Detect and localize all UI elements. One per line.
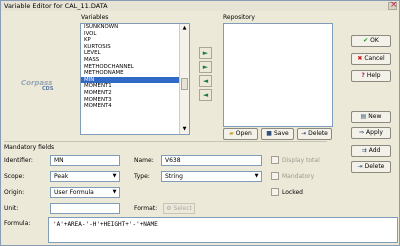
check-icon: ✔ (363, 37, 369, 44)
variables-items: ISUNKNOWN IVOL KP KURTOSIS LEVEL MASS METHODCH… (81, 24, 181, 110)
origin-value: User Formula (54, 189, 94, 196)
new-icon: ▤ (360, 113, 367, 120)
mandatory-checkbox[interactable] (271, 172, 279, 180)
section-divider (4, 141, 327, 142)
variables-scrollbar[interactable]: ▲ ▼ (179, 24, 189, 134)
add-icon: ⇉ (361, 147, 367, 154)
variable-list-item[interactable]: LEVEL (81, 50, 181, 57)
cancel-button[interactable]: ✖ Cancel (351, 53, 391, 65)
add-button-label: Add (368, 147, 381, 154)
variable-list-item[interactable]: METHODNAME (81, 70, 181, 77)
title-bar: Variable Editor for CAL_11.DATA (1, 0, 399, 11)
ok-button[interactable]: ✔ OK (351, 35, 391, 47)
move-all-to-variables-button[interactable]: ◄ (199, 89, 212, 101)
repository-delete-button[interactable]: ⇥ Delete (297, 128, 332, 140)
move-to-variables-button[interactable]: ◄ (199, 75, 212, 87)
locked-label: Locked (282, 189, 303, 196)
repository-list[interactable] (223, 23, 333, 127)
variable-list-item[interactable]: KURTOSIS (81, 44, 181, 51)
save-button[interactable]: ■ Save (261, 128, 294, 140)
variable-list-item[interactable]: MOMENT4 (81, 103, 181, 110)
locked-checkbox[interactable] (271, 188, 279, 196)
variable-list-item[interactable]: MIN (81, 76, 181, 84)
scroll-thumb[interactable] (181, 78, 188, 90)
format-label: Format: (134, 205, 158, 212)
type-value: String (165, 173, 183, 180)
repository-delete-label: Delete (308, 130, 328, 137)
variable-list-item[interactable]: METHODCHANNEL (81, 64, 181, 71)
move-to-repository-button[interactable]: ► (199, 47, 212, 59)
help-button[interactable]: ? Help (351, 70, 391, 82)
add-button[interactable]: ⇉ Add (351, 145, 391, 157)
variable-list-item[interactable]: ISUNKNOWN (81, 24, 181, 31)
origin-label: Origin: (4, 189, 25, 196)
apply-button-label: Apply (366, 129, 383, 136)
repository-label: Repository (223, 14, 255, 21)
origin-select[interactable]: User Formula ▼ (50, 187, 120, 198)
display-total-checkbox[interactable] (271, 156, 279, 164)
variable-list-item[interactable]: MOMENT1 (81, 83, 181, 90)
mandatory-fields-label: Mandatory fields (4, 144, 55, 151)
open-button-label: Open (235, 130, 252, 137)
variable-list-item[interactable]: MASS (81, 57, 181, 64)
x-icon: ✖ (357, 55, 363, 62)
save-button-label: Save (273, 130, 289, 137)
scroll-down-icon[interactable]: ▼ (180, 125, 189, 134)
select-button-label: Select (173, 205, 192, 212)
type-select[interactable]: String ▼ (161, 171, 262, 182)
identifier-field[interactable]: MN (50, 155, 120, 166)
formula-field[interactable]: 'A'+AREA-'-H'+HEIGHT+'-'+NAME (48, 217, 398, 243)
variable-editor-window: Variable Editor for CAL_11.DATA Corpass … (0, 0, 400, 246)
chevron-down-icon[interactable]: ▼ (110, 172, 119, 181)
variable-list-item[interactable]: MOMENT2 (81, 90, 181, 97)
new-button-label: New (368, 113, 382, 120)
scope-label: Scope: (4, 173, 25, 180)
apply-icon: ⇒ (359, 129, 365, 136)
mandatory-label: Mandatory (282, 173, 315, 180)
type-label: Type: (134, 173, 150, 180)
variables-list[interactable]: ISUNKNOWN IVOL KP KURTOSIS LEVEL MASS METHODCH… (80, 23, 190, 135)
cancel-button-label: Cancel (364, 55, 385, 62)
name-label: Name: (134, 157, 154, 164)
scope-select[interactable]: Peak ▼ (50, 171, 120, 182)
chevron-down-icon[interactable]: ▼ (110, 188, 119, 197)
unit-label: Unit: (4, 205, 19, 212)
chevron-down-icon[interactable]: ▼ (252, 172, 261, 181)
identifier-label: Identifier: (4, 157, 33, 164)
move-all-to-repository-button[interactable]: ► (199, 61, 212, 73)
corpass-logo: Corpass CDS (21, 79, 69, 95)
help-button-label: Help (366, 72, 381, 79)
variable-list-item[interactable]: MOMENT3 (81, 97, 181, 104)
close-button[interactable] (388, 0, 398, 10)
delete-button[interactable]: ⇥ Delete (351, 161, 391, 173)
question-icon: ? (361, 72, 365, 79)
new-button[interactable]: ▤ New (351, 111, 391, 123)
delete-icon: ⇥ (357, 163, 363, 170)
disk-icon: ■ (266, 130, 272, 137)
variables-label: Variables (81, 14, 109, 21)
folder-icon: ▰ (229, 130, 234, 137)
display-total-label: Display total (282, 157, 320, 164)
open-button[interactable]: ▰ Open (223, 128, 258, 140)
delete-icon: ⇥ (301, 130, 307, 137)
scope-value: Peak (54, 173, 69, 180)
formula-label: Formula: (4, 220, 31, 227)
select-format-button[interactable]: ⚙ Select (163, 203, 195, 214)
unit-field[interactable] (50, 203, 120, 214)
variable-list-item[interactable]: KP (81, 37, 181, 44)
window-title: Variable Editor for CAL_11.DATA (4, 2, 108, 10)
variable-list-item[interactable]: IVOL (81, 31, 181, 38)
logo-text-secondary: CDS (42, 86, 54, 92)
scroll-up-icon[interactable]: ▲ (180, 24, 189, 33)
ok-button-label: OK (370, 37, 379, 44)
delete-button-label: Delete (364, 163, 385, 170)
name-field[interactable]: V638 (161, 155, 262, 166)
apply-button[interactable]: ⇒ Apply (351, 127, 391, 139)
